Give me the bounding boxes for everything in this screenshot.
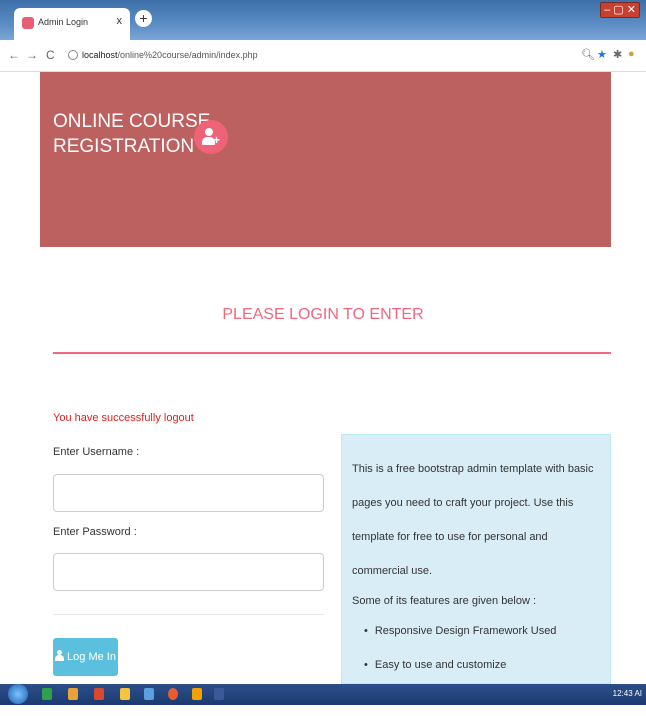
taskbar-app-icon[interactable] (94, 688, 104, 700)
browser-tab[interactable]: Admin Login x (14, 8, 130, 40)
page-title: PLEASE LOGIN TO ENTER (222, 306, 424, 323)
facebook-icon[interactable] (214, 688, 224, 700)
form-divider (53, 614, 324, 615)
list-item: Responsive Design Framework Used (364, 614, 600, 648)
taskbar: 12:43 AI (0, 684, 646, 705)
brand-line-2: REGISTRATION (53, 136, 195, 157)
folder-icon[interactable] (120, 688, 130, 700)
login-button-label: Log Me In (67, 651, 116, 663)
features-heading: Some of its features are given below : (352, 595, 537, 607)
star-icon[interactable]: ★ (597, 48, 607, 61)
info-panel: This is a free bootstrap admin template … (341, 434, 611, 705)
new-tab-button[interactable]: + (135, 10, 152, 27)
forward-button[interactable]: → (26, 48, 38, 62)
username-label: Enter Username : (53, 446, 140, 458)
user-plus-icon: + (194, 120, 228, 154)
password-label: Enter Password : (53, 526, 137, 538)
taskbar-app-icon[interactable] (42, 688, 52, 700)
window-controls[interactable]: – ▢ ✕ (600, 2, 640, 18)
back-button[interactable]: ← (8, 48, 20, 62)
username-field[interactable] (53, 474, 324, 512)
extension-icon[interactable]: ✱ (613, 48, 622, 61)
tab-title: Admin Login (38, 17, 89, 27)
start-button[interactable] (8, 684, 28, 704)
system-clock[interactable]: 12:43 AI (613, 689, 642, 698)
taskbar-app-icon[interactable] (68, 688, 78, 700)
list-item: Easy to use and customize (364, 648, 600, 682)
site-header: ONLINE COURSE REGISTRATION + (40, 72, 611, 247)
profile-icon[interactable]: ● (628, 48, 635, 60)
info-description: This is a free bootstrap admin template … (352, 463, 594, 577)
url-field[interactable]: localhost/online%20course/admin/index.ph… (82, 50, 258, 60)
password-field[interactable] (53, 553, 324, 591)
chrome-icon[interactable] (168, 688, 178, 700)
taskbar-app-icon[interactable] (192, 688, 202, 700)
zoom-icon[interactable]: 🔍︎ (581, 48, 595, 61)
info-icon[interactable] (68, 50, 78, 60)
reload-button[interactable]: C (46, 48, 55, 62)
user-icon (55, 650, 65, 661)
site-brand[interactable]: ONLINE COURSE REGISTRATION (53, 109, 210, 159)
url-host: localhost (82, 50, 118, 60)
url-path: /online%20course/admin/index.php (117, 50, 258, 60)
taskbar-app-icon[interactable] (144, 688, 154, 700)
brand-line-1: ONLINE COURSE (53, 111, 211, 132)
heading-divider (53, 352, 611, 354)
login-button[interactable]: Log Me In (53, 638, 118, 676)
browser-tab-bar: Admin Login x + – ▢ ✕ (0, 0, 646, 40)
logout-message: You have successfully logout (53, 412, 194, 424)
favicon-icon (22, 17, 34, 29)
tab-close-button[interactable]: x (117, 15, 123, 27)
address-bar: ← → C localhost/online%20course/admin/in… (0, 40, 646, 72)
